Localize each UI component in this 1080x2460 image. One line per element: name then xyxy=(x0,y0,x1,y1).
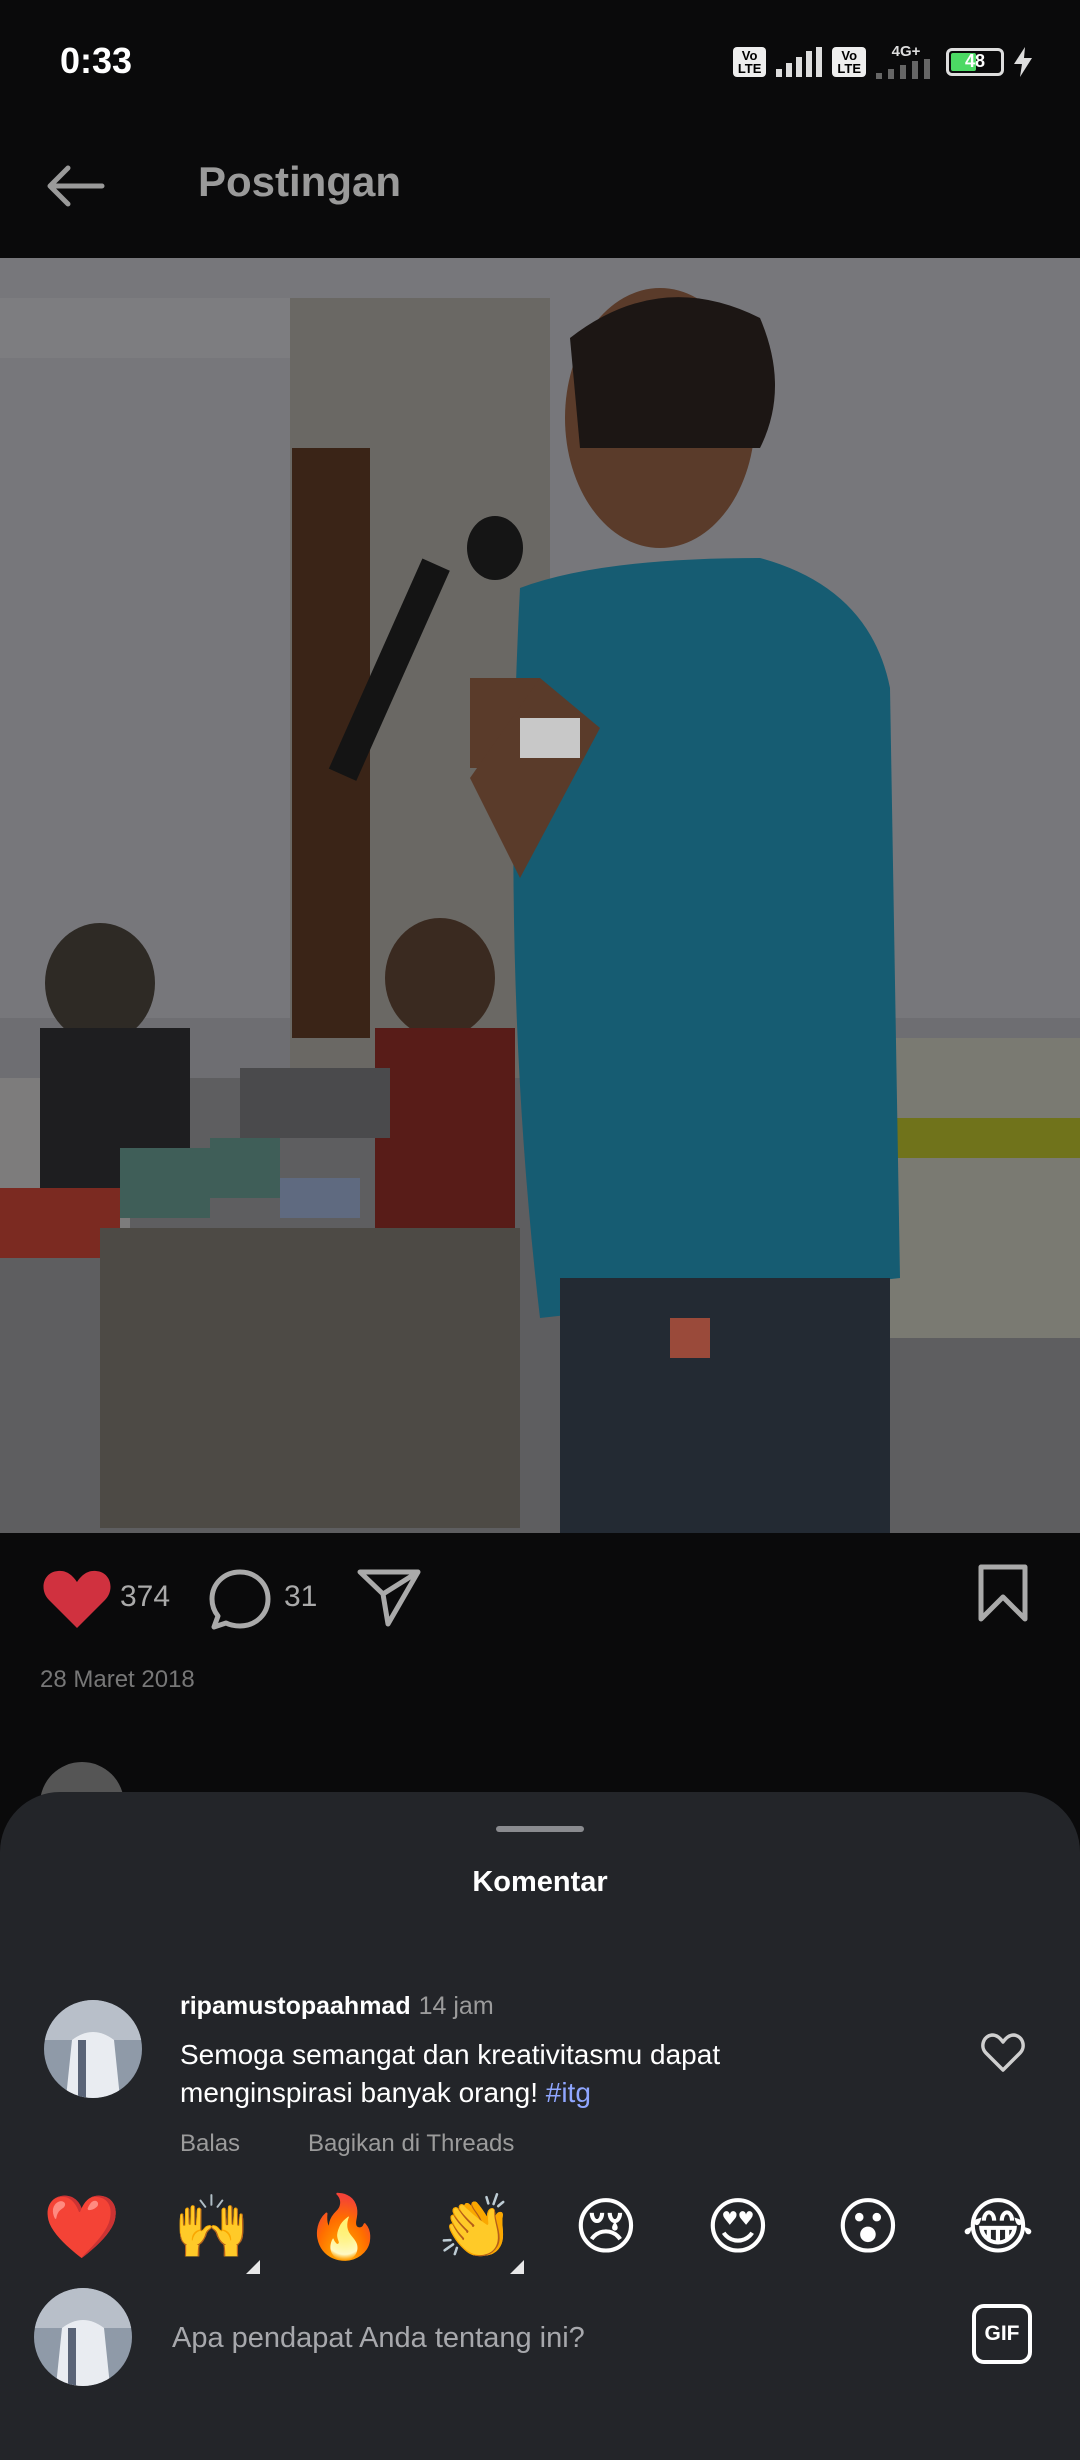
system-nav-bar xyxy=(0,2418,1080,2460)
back-arrow-icon[interactable] xyxy=(40,150,112,222)
sheet-title: Komentar xyxy=(472,1866,608,1898)
emoji-clapping[interactable]: 👏 xyxy=(436,2188,524,2274)
charging-icon xyxy=(1014,46,1032,77)
emoji-laughing[interactable]: 😂 xyxy=(958,2188,1038,2268)
heart-filled-icon[interactable] xyxy=(42,1568,112,1630)
comment-username[interactable]: ripamustopaahmad xyxy=(180,1992,411,2020)
network-label: 4G+ xyxy=(891,43,921,60)
comment-actions: Balas Bagikan di Threads xyxy=(180,2130,514,2160)
comment-icon[interactable] xyxy=(206,1566,274,1634)
post-date: 28 Maret 2018 xyxy=(40,1666,195,1693)
heart-outline-icon[interactable] xyxy=(980,2030,1026,2076)
post-photo[interactable] xyxy=(0,258,1080,1533)
bookmark-icon[interactable] xyxy=(976,1562,1030,1624)
like-count[interactable]: 374 xyxy=(120,1580,170,1614)
emoji-clapping-glyph: 👏 xyxy=(437,2193,515,2262)
status-clock: 0:33 xyxy=(60,40,133,81)
emoji-fire[interactable]: 🔥 xyxy=(304,2188,384,2268)
signal-4g-icon: 4G+ xyxy=(876,44,936,79)
my-avatar xyxy=(34,2288,132,2386)
page-title: Postingan xyxy=(198,158,402,205)
comment-body: Semoga semangat dan kreativitasmu dapat … xyxy=(180,2039,721,2108)
gif-icon: GIF xyxy=(984,2322,1020,2345)
comment-input[interactable] xyxy=(170,2312,934,2364)
share-threads-button[interactable]: Bagikan di Threads xyxy=(308,2130,514,2160)
comment-hashtag[interactable]: #itg xyxy=(546,2077,591,2108)
battery-icon: 48 xyxy=(946,47,1004,76)
volte-icon-2: Vo LTE xyxy=(832,46,866,77)
gif-button[interactable]: GIF xyxy=(972,2304,1032,2364)
comment-count[interactable]: 31 xyxy=(284,1580,317,1614)
status-icons: Vo LTE Vo LTE 4G+ 48 xyxy=(732,44,1032,79)
signal-icon xyxy=(776,46,823,77)
emoji-crying[interactable]: 😢 xyxy=(566,2188,646,2268)
emoji-raising-hands-glyph: 🙌 xyxy=(173,2193,251,2262)
commenter-avatar[interactable] xyxy=(44,2000,142,2098)
emoji-raising-hands[interactable]: 🙌 xyxy=(172,2188,260,2274)
sheet-grab-handle[interactable] xyxy=(496,1826,584,1832)
reply-button[interactable]: Balas xyxy=(180,2130,240,2160)
emoji-bar: ❤️ 🙌 🔥 👏 😢 😍 😮 😂 xyxy=(0,2188,1080,2274)
emoji-surprised[interactable]: 😮 xyxy=(828,2188,908,2268)
emoji-heart-eyes[interactable]: 😍 xyxy=(698,2188,778,2268)
comment-time: 14 jam xyxy=(418,1992,494,2020)
emoji-heart[interactable]: ❤️ xyxy=(42,2188,122,2268)
comment-username-row: ripamustopaahmad 14 jam xyxy=(180,1992,494,2021)
header-bar xyxy=(0,130,1080,258)
volte-icon: Vo LTE xyxy=(732,46,767,77)
comment-text: Semoga semangat dan kreativitasmu dapat … xyxy=(180,2036,820,2112)
share-icon[interactable] xyxy=(356,1566,422,1628)
battery-percent: 48 xyxy=(964,51,986,71)
